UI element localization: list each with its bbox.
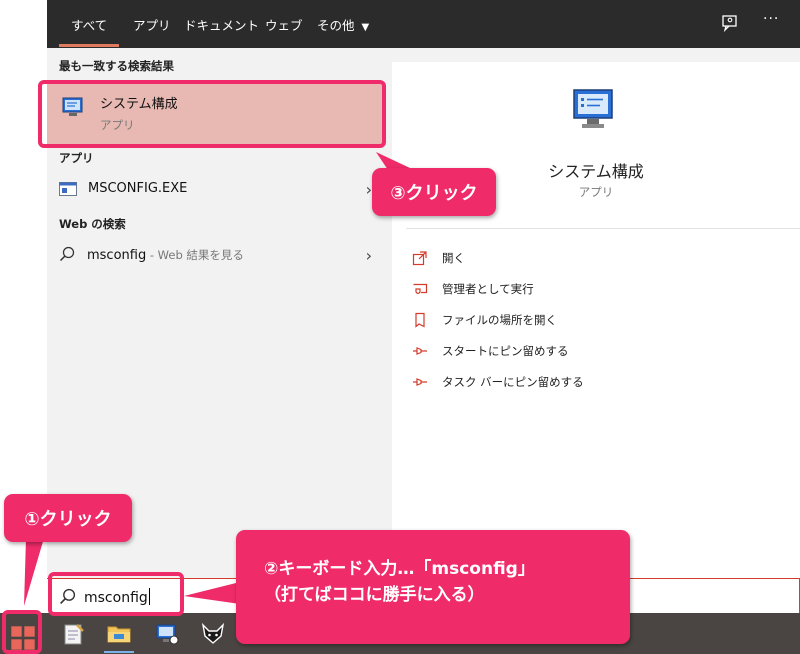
step2-line1: ②キーボード入力…「msconfig」 xyxy=(264,559,535,579)
step2-line2: （打てばココに勝手に入る） xyxy=(264,585,485,605)
step1-callout: ①クリック xyxy=(4,494,132,542)
step2-callout: ②キーボード入力…「msconfig」 （打てばココに勝手に入る） xyxy=(236,530,630,644)
step3-callout: ③クリック xyxy=(372,168,496,216)
